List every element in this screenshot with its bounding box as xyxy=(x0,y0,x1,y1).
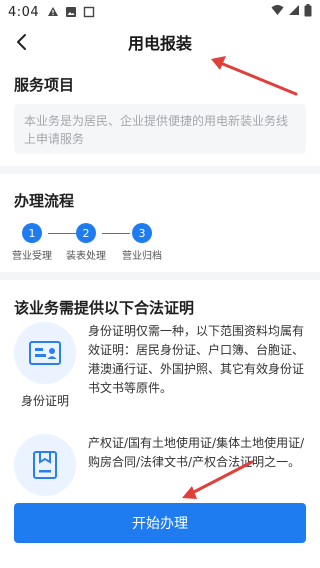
section-divider xyxy=(0,166,320,174)
documents-section-title: 该业务需提供以下合法证明 xyxy=(14,299,195,317)
signal-icon xyxy=(288,4,300,20)
proof-description: 身份证明仅需一种，以下范围资料均属有效证明：居民身份证、户口簿、台胞证、港澳通行… xyxy=(88,324,305,395)
status-time: 4:04 xyxy=(8,4,40,20)
id-card-icon xyxy=(14,322,76,384)
alert-icon xyxy=(47,6,59,18)
start-button[interactable]: 开始办理 xyxy=(14,503,306,543)
service-section-title: 服务项目 xyxy=(14,76,75,94)
navigation-bar: 用电报装 xyxy=(0,24,320,60)
service-description: 本业务是为居民、企业提供便捷的用电新装业务线上申请服务 xyxy=(14,104,306,154)
step-1-circle: 1 xyxy=(22,223,42,243)
step-3-label: 营业归档 xyxy=(122,251,162,262)
proof-caption: 身份证明 xyxy=(20,394,69,408)
back-button[interactable] xyxy=(10,30,34,54)
image-icon xyxy=(65,6,77,18)
page-title: 用电报装 xyxy=(127,34,192,53)
step-1-label: 营业受理 xyxy=(12,251,52,262)
step-2-label: 装表处理 xyxy=(66,251,106,262)
process-steps: 1 2 3 营业受理 装表处理 营业归档 xyxy=(12,223,314,263)
step-2-circle: 2 xyxy=(76,223,96,243)
process-section-title: 办理流程 xyxy=(14,192,75,210)
proof-description: 产权证/国有土地使用证/集体土地使用证/购房合同/法律文书/产权合法证明之一。 xyxy=(88,436,305,469)
battery-icon xyxy=(304,3,312,21)
status-bar: 4:04 xyxy=(0,0,320,24)
document-icon xyxy=(14,434,76,496)
square-icon xyxy=(83,6,95,18)
step-3-circle: 3 xyxy=(132,223,152,243)
step-connector xyxy=(48,233,76,234)
section-divider xyxy=(0,272,320,280)
step-connector xyxy=(102,233,130,234)
wifi-icon xyxy=(271,4,284,20)
chevron-left-icon xyxy=(17,34,26,50)
